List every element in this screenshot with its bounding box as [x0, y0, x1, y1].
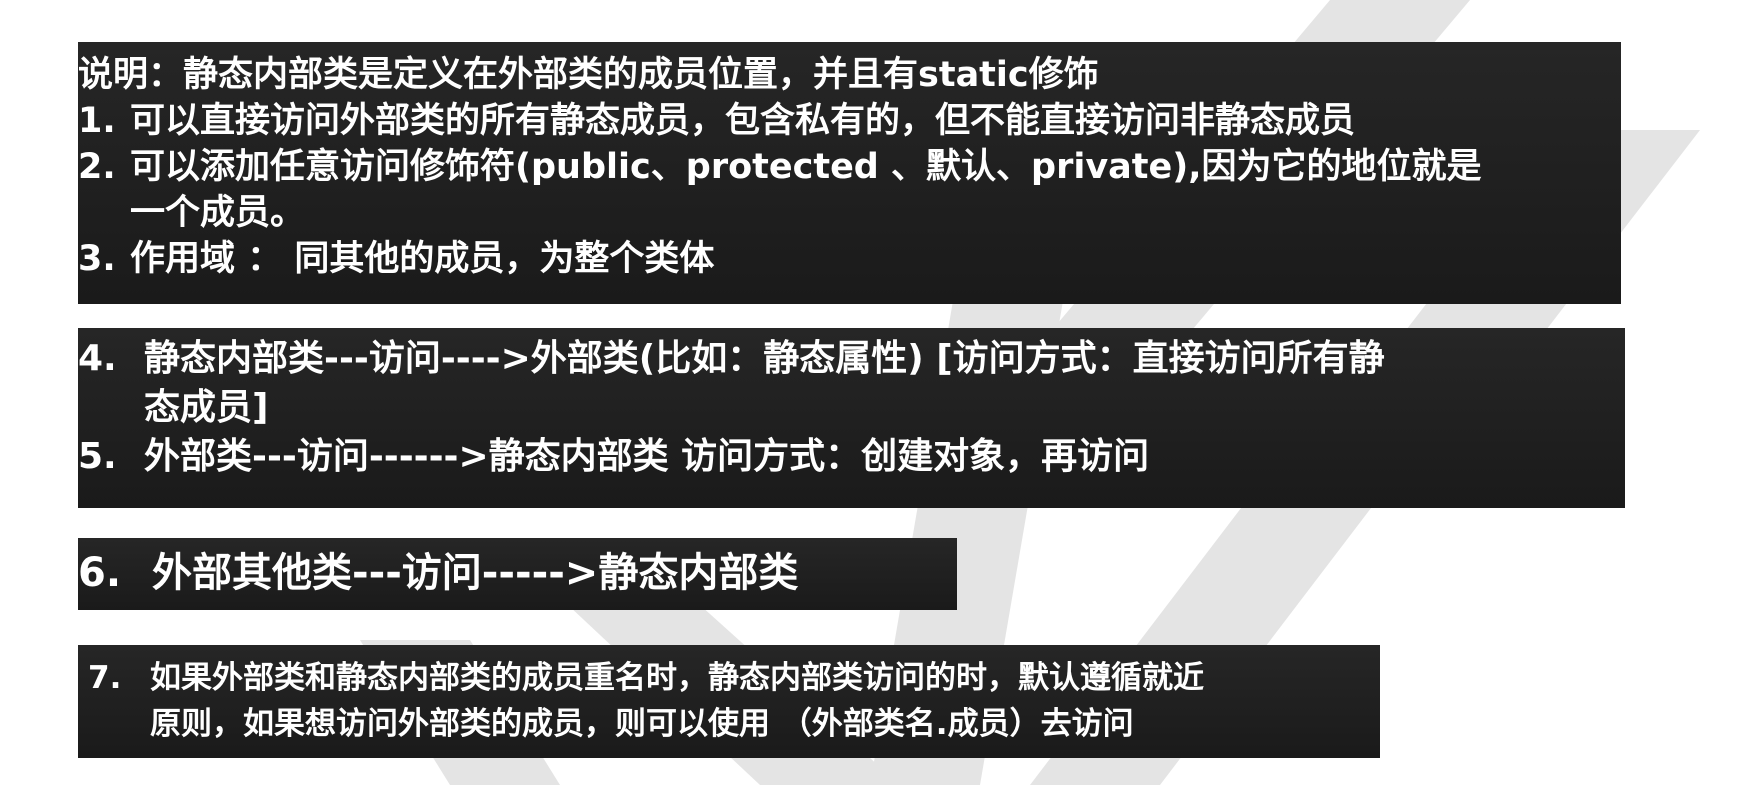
list-item-continuation: 态成员]	[78, 383, 1625, 432]
static-inner-class-description-panel: 说明：静态内部类是定义在外部类的成员位置，并且有static修饰 1. 可以直接…	[78, 42, 1621, 304]
list-item: 2. 可以添加任意访问修饰符(public、protected 、默认、priv…	[78, 144, 1621, 190]
list-item: 7. 如果外部类和静态内部类的成员重名时，静态内部类访问的时，默认遵循就近	[78, 655, 1380, 701]
item-number: 2.	[78, 147, 116, 187]
item-text: 原则，如果想访问外部类的成员，则可以使用 （外部类名.成员）去访问	[150, 706, 1134, 742]
item-text: 外部其他类---访问----->静态内部类	[152, 550, 799, 596]
name-conflict-rule-panel: 7. 如果外部类和静态内部类的成员重名时，静态内部类访问的时，默认遵循就近 原则…	[78, 645, 1380, 758]
list-item: 1. 可以直接访问外部类的所有静态成员，包含私有的，但不能直接访问非静态成员	[78, 98, 1621, 144]
item-number: 7.	[88, 660, 122, 696]
item-number: 4.	[78, 338, 117, 379]
list-item-continuation: 一个成员。	[78, 190, 1621, 236]
item-text: 如果外部类和静态内部类的成员重名时，静态内部类访问的时，默认遵循就近	[150, 660, 1204, 696]
title-text: 说明：静态内部类是定义在外部类的成员位置，并且有static修饰	[78, 55, 1099, 95]
list-item: 6. 外部其他类---访问----->静态内部类	[78, 546, 957, 600]
list-item: 5. 外部类---访问------>静态内部类 访问方式：创建对象，再访问	[78, 432, 1625, 481]
item-text: 可以添加任意访问修饰符(public、protected 、默认、private…	[130, 147, 1482, 187]
item-text: 一个成员。	[130, 193, 306, 233]
list-item: 3. 作用域 ： 同其他的成员，为整个类体	[78, 236, 1621, 282]
item-text: 外部类---访问------>静态内部类 访问方式：创建对象，再访问	[144, 436, 1150, 477]
item-number: 1.	[78, 101, 116, 141]
description-title: 说明：静态内部类是定义在外部类的成员位置，并且有static修饰	[78, 52, 1621, 98]
item-text: 可以直接访问外部类的所有静态成员，包含私有的，但不能直接访问非静态成员	[130, 101, 1356, 141]
other-class-access-panel: 6. 外部其他类---访问----->静态内部类	[78, 538, 957, 610]
item-text: 静态内部类---访问---->外部类(比如：静态属性) [访问方式：直接访问所有…	[144, 338, 1385, 379]
list-item-continuation: 原则，如果想访问外部类的成员，则可以使用 （外部类名.成员）去访问	[78, 701, 1380, 747]
item-text: 态成员]	[144, 387, 269, 428]
item-number: 3.	[78, 239, 116, 279]
item-text: 作用域 ： 同其他的成员，为整个类体	[130, 239, 715, 279]
access-rules-panel: 4. 静态内部类---访问---->外部类(比如：静态属性) [访问方式：直接访…	[78, 328, 1625, 508]
list-item: 4. 静态内部类---访问---->外部类(比如：静态属性) [访问方式：直接访…	[78, 334, 1625, 383]
item-number: 6.	[78, 550, 122, 596]
item-number: 5.	[78, 436, 117, 477]
